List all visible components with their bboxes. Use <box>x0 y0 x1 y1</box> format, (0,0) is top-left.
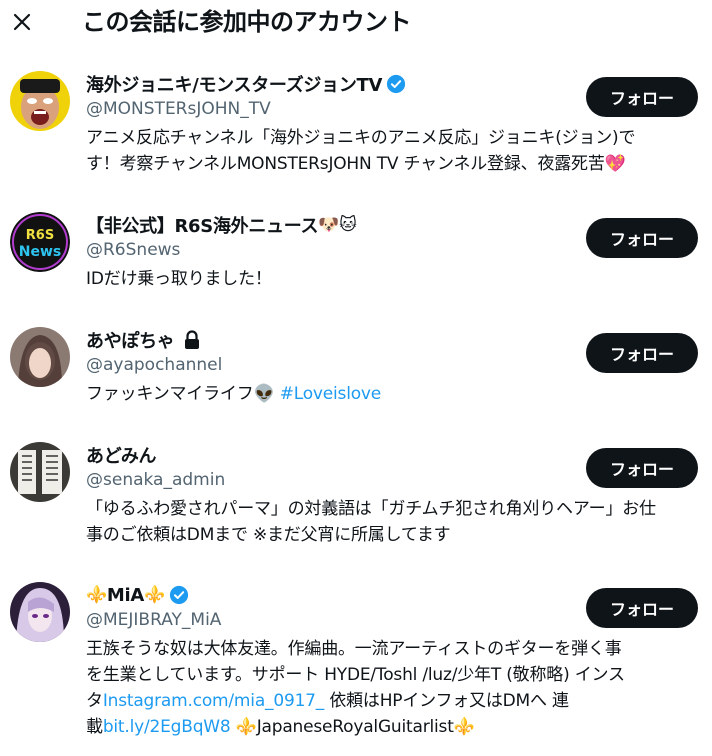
dialog-header: この会話に参加中のアカウント <box>0 0 712 44</box>
user-handle[interactable]: @senaka_admin <box>86 470 225 490</box>
avatar[interactable] <box>10 327 70 387</box>
follow-button[interactable]: フォロー <box>586 77 698 117</box>
user-bio: IDだけ乗っ取りました！ <box>86 269 272 289</box>
bitly-link[interactable]: bit.ly/2EgBqW8 <box>103 717 231 737</box>
user-handle[interactable]: @ayapochannel <box>86 355 222 375</box>
alien-emoji: 👽 <box>253 384 275 404</box>
user-bio: アニメ反応チャンネル「海外ジョニキのアニメ反応」ジョニキ(ジョン)で す！考察チ… <box>86 128 636 174</box>
hashtag-link[interactable]: #Loveislove <box>280 384 382 404</box>
user-name[interactable]: あどみん <box>86 442 157 468</box>
dog-cat-emoji: 🐶🐱 <box>318 215 357 235</box>
user-bio: 王族そうな奴は大体友達。作編曲。一流アーティストのギターを弾く事 を生業としてい… <box>86 639 625 737</box>
close-button[interactable] <box>6 6 38 38</box>
avatar[interactable]: R6S News <box>10 212 70 272</box>
follow-button[interactable]: フォロー <box>586 588 698 628</box>
page-title: この会話に参加中のアカウント <box>82 8 412 36</box>
user-cell[interactable]: あどみん @senaka_admin フォロー 「ゆるふわ愛されパーマ」の対義語… <box>0 442 712 557</box>
user-name[interactable]: ⚜️ MiA ⚜️ <box>86 582 189 608</box>
user-handle[interactable]: @MEJIBRAY_MiA <box>86 610 221 630</box>
avatar[interactable] <box>10 582 70 642</box>
user-name[interactable]: 【非公式】R6S海外ニュース 🐶🐱 <box>86 212 357 238</box>
verified-badge-icon <box>387 74 406 94</box>
close-icon <box>13 13 31 31</box>
user-cell[interactable]: あやぽちゃ @ayapochannel フォロー ファッキンマイライフ👽 #Lo… <box>0 327 712 417</box>
user-bio: ファッキンマイライフ👽 #Loveislove <box>86 384 382 404</box>
svg-text:News: News <box>19 244 61 260</box>
avatar[interactable] <box>10 71 70 131</box>
lock-icon <box>184 330 199 349</box>
user-bio: 「ゆるふわ愛されパーマ」の対義語は「ガチムチ犯され角刈りヘアー」お仕 事のご依頼… <box>86 499 656 545</box>
fleur-de-lis-emoji: ⚜️ <box>144 585 165 605</box>
instagram-link[interactable]: Instagram.com/mia_0917_ <box>103 691 324 711</box>
follow-button[interactable]: フォロー <box>586 333 698 373</box>
user-name[interactable]: あやぽちゃ <box>86 327 201 353</box>
sparkling-heart-emoji: 💖 <box>604 154 626 174</box>
follow-button[interactable]: フォロー <box>586 448 698 488</box>
svg-text:R6S: R6S <box>26 228 54 243</box>
user-cell[interactable]: ⚜️ MiA ⚜️ @MEJIBRAY_MiA フォロー 王族そうな奴は大体友達。作… <box>0 582 712 752</box>
user-name[interactable]: 海外ジョニキ/モンスターズジョンTV <box>86 71 406 97</box>
avatar[interactable] <box>10 442 70 502</box>
fleur-de-lis-emoji: ⚜️ <box>230 717 257 737</box>
user-handle[interactable]: @R6Snews <box>86 240 180 260</box>
verified-badge-icon <box>169 585 188 605</box>
user-handle[interactable]: @MONSTERsJOHN_TV <box>86 99 271 119</box>
fleur-de-lis-emoji: ⚜️ <box>453 717 475 737</box>
follow-button[interactable]: フォロー <box>586 218 698 258</box>
fleur-de-lis-emoji: ⚜️ <box>86 585 107 605</box>
user-cell[interactable]: R6S News 【非公式】R6S海外ニュース 🐶🐱 @R6Snews フォロー … <box>0 212 712 302</box>
user-cell[interactable]: 海外ジョニキ/モンスターズジョンTV @MONSTERsJOHN_TV フォロー… <box>0 71 712 191</box>
